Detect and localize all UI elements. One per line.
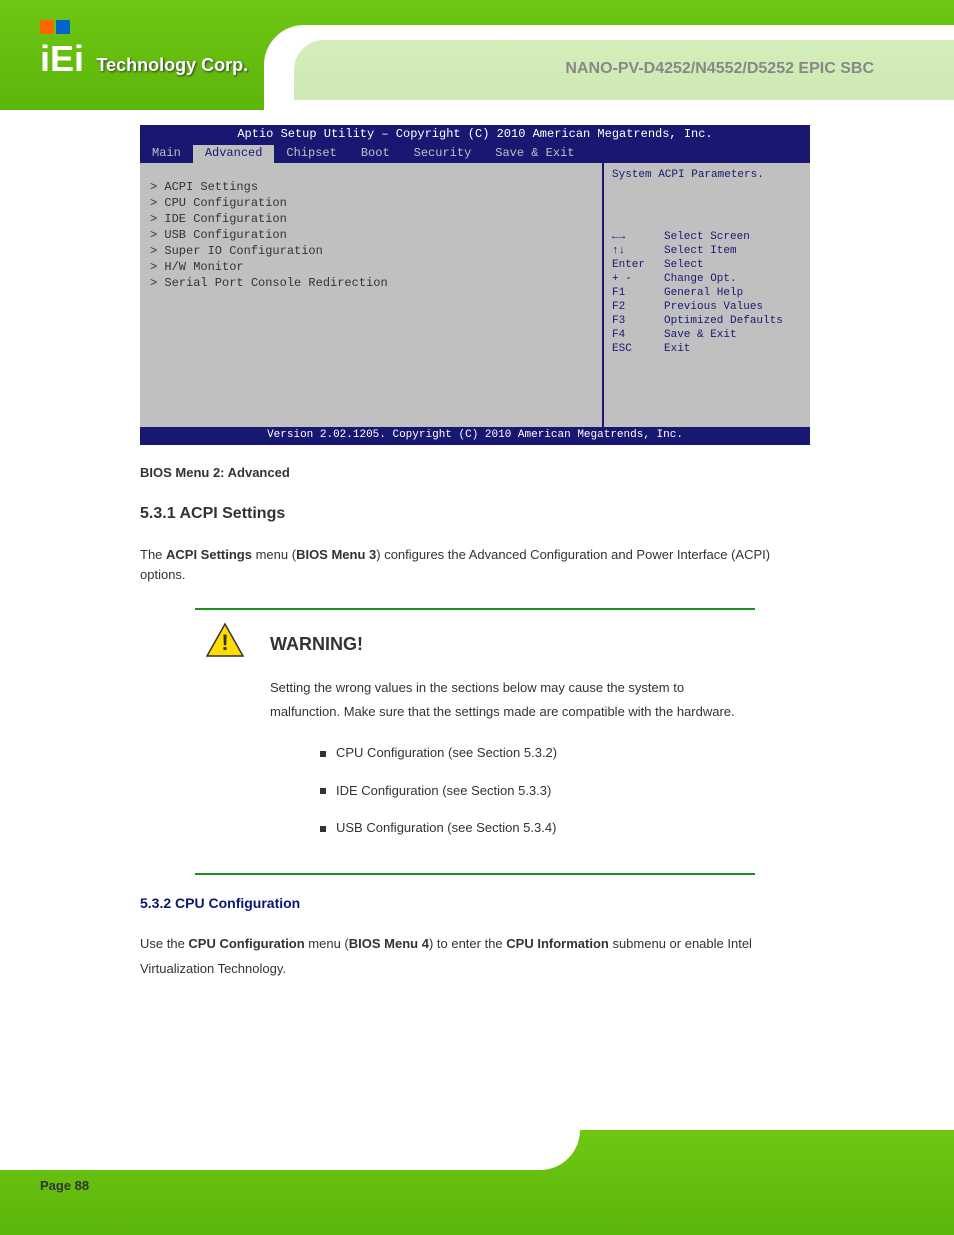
nav-key-arrows: ←→ [612, 231, 664, 243]
nav-key-desc: Select [664, 259, 704, 271]
bios-help-text: System ACPI Parameters. [612, 169, 802, 181]
bios-tab-security: Security [402, 145, 484, 163]
logo-block-orange [40, 20, 54, 34]
nav-key: F3 [612, 315, 664, 327]
nav-key-desc: Select Item [664, 245, 737, 257]
bios-menu-item: > Serial Port Console Redirection [150, 275, 592, 291]
bios-menu-item: > ACPI Settings [150, 179, 592, 195]
bios-panel: Aptio Setup Utility – Copyright (C) 2010… [140, 125, 810, 445]
nav-key-line: ←→Select Screen [612, 231, 802, 243]
nav-key: + - [612, 273, 664, 285]
nav-key-desc: Exit [664, 343, 690, 355]
nav-key-line: + -Change Opt. [612, 273, 802, 285]
bios-tab-main: Main [140, 145, 193, 163]
bios-menu-area: > ACPI Settings > CPU Configuration > ID… [140, 163, 602, 427]
nav-key-line: F1General Help [612, 287, 802, 299]
warning-icon: ! [205, 622, 245, 658]
nav-key: F4 [612, 329, 664, 341]
bios-tab-boot: Boot [349, 145, 402, 163]
warning-list-item: USB Configuration (see Section 5.3.4) [320, 816, 755, 839]
cpu-section-title: CPU Configuration [175, 895, 300, 911]
footer-decoration [0, 1130, 954, 1235]
nav-key: ESC [612, 343, 664, 355]
bios-header-title: Aptio Setup Utility – Copyright (C) 2010… [140, 125, 810, 145]
section-title: ACPI Settings [179, 505, 285, 522]
warning-title: WARNING! [270, 628, 755, 660]
nav-key-desc: Optimized Defaults [664, 315, 783, 327]
page-number: Page 88 [40, 1178, 89, 1193]
nav-key-desc: Change Opt. [664, 273, 737, 285]
section-heading: 5.3.1 ACPI Settings [140, 505, 285, 523]
cpu-section-text: Use the CPU Configuration menu (BIOS Men… [140, 932, 810, 981]
section-text: The ACPI Settings menu (BIOS Menu 3) con… [140, 545, 810, 584]
warning-list-item: CPU Configuration (see Section 5.3.2) [320, 741, 755, 764]
nav-key-line: ↑↓Select Item [612, 245, 802, 257]
nav-key-line: F2Previous Values [612, 301, 802, 313]
bios-body: > ACPI Settings > CPU Configuration > ID… [140, 163, 810, 427]
nav-key: F2 [612, 301, 664, 313]
logo-block-blue [56, 20, 70, 34]
section-number: 5.3.1 [140, 505, 176, 522]
logo-iei: iEi [40, 38, 84, 80]
bullet-icon [320, 826, 326, 832]
warning-box: ! WARNING! Setting the wrong values in t… [195, 608, 755, 875]
cpu-section-number: 5.3.2 [140, 895, 171, 911]
bios-menu-item: > USB Configuration [150, 227, 592, 243]
nav-key-arrows: ↑↓ [612, 245, 664, 257]
nav-key-desc: Previous Values [664, 301, 763, 313]
nav-key: Enter [612, 259, 664, 271]
logo-area: iEi Technology Corp. [40, 20, 248, 80]
bullet-icon [320, 751, 326, 757]
bios-help-area: System ACPI Parameters. ←→Select Screen … [602, 163, 810, 427]
bios-tab-save-exit: Save & Exit [483, 145, 586, 163]
warning-intro: Setting the wrong values in the sections… [270, 676, 755, 723]
warning-list-item: IDE Configuration (see Section 5.3.3) [320, 779, 755, 802]
bios-menu-caption: BIOS Menu 2: Advanced [140, 465, 290, 480]
bullet-icon [320, 788, 326, 794]
nav-key-desc: Save & Exit [664, 329, 737, 341]
nav-key: F1 [612, 287, 664, 299]
nav-key-line: F3Optimized Defaults [612, 315, 802, 327]
bios-tab-advanced: Advanced [193, 145, 275, 163]
warning-content: WARNING! Setting the wrong values in the… [270, 628, 755, 839]
cpu-section-heading: 5.3.2 CPU Configuration [140, 895, 300, 911]
nav-key-line: F4Save & Exit [612, 329, 802, 341]
nav-key-line: EnterSelect [612, 259, 802, 271]
bios-footer: Version 2.02.1205. Copyright (C) 2010 Am… [140, 427, 810, 445]
bios-menu-item: > CPU Configuration [150, 195, 592, 211]
warning-list: CPU Configuration (see Section 5.3.2) ID… [320, 741, 755, 839]
bios-tab-chipset: Chipset [274, 145, 348, 163]
bios-menu-item: > Super IO Configuration [150, 243, 592, 259]
bios-menu-item: > H/W Monitor [150, 259, 592, 275]
nav-key-desc: Select Screen [664, 231, 750, 243]
nav-key-line: ESCExit [612, 343, 802, 355]
bios-menu-item: > IDE Configuration [150, 211, 592, 227]
logo-company-text: Technology Corp. [96, 55, 248, 75]
svg-text:!: ! [221, 630, 228, 655]
bios-tabs: Main Advanced Chipset Boot Security Save… [140, 145, 810, 163]
nav-key-desc: General Help [664, 287, 743, 299]
document-title: NANO-PV-D4252/N4552/D5252 EPIC SBC [565, 60, 874, 78]
